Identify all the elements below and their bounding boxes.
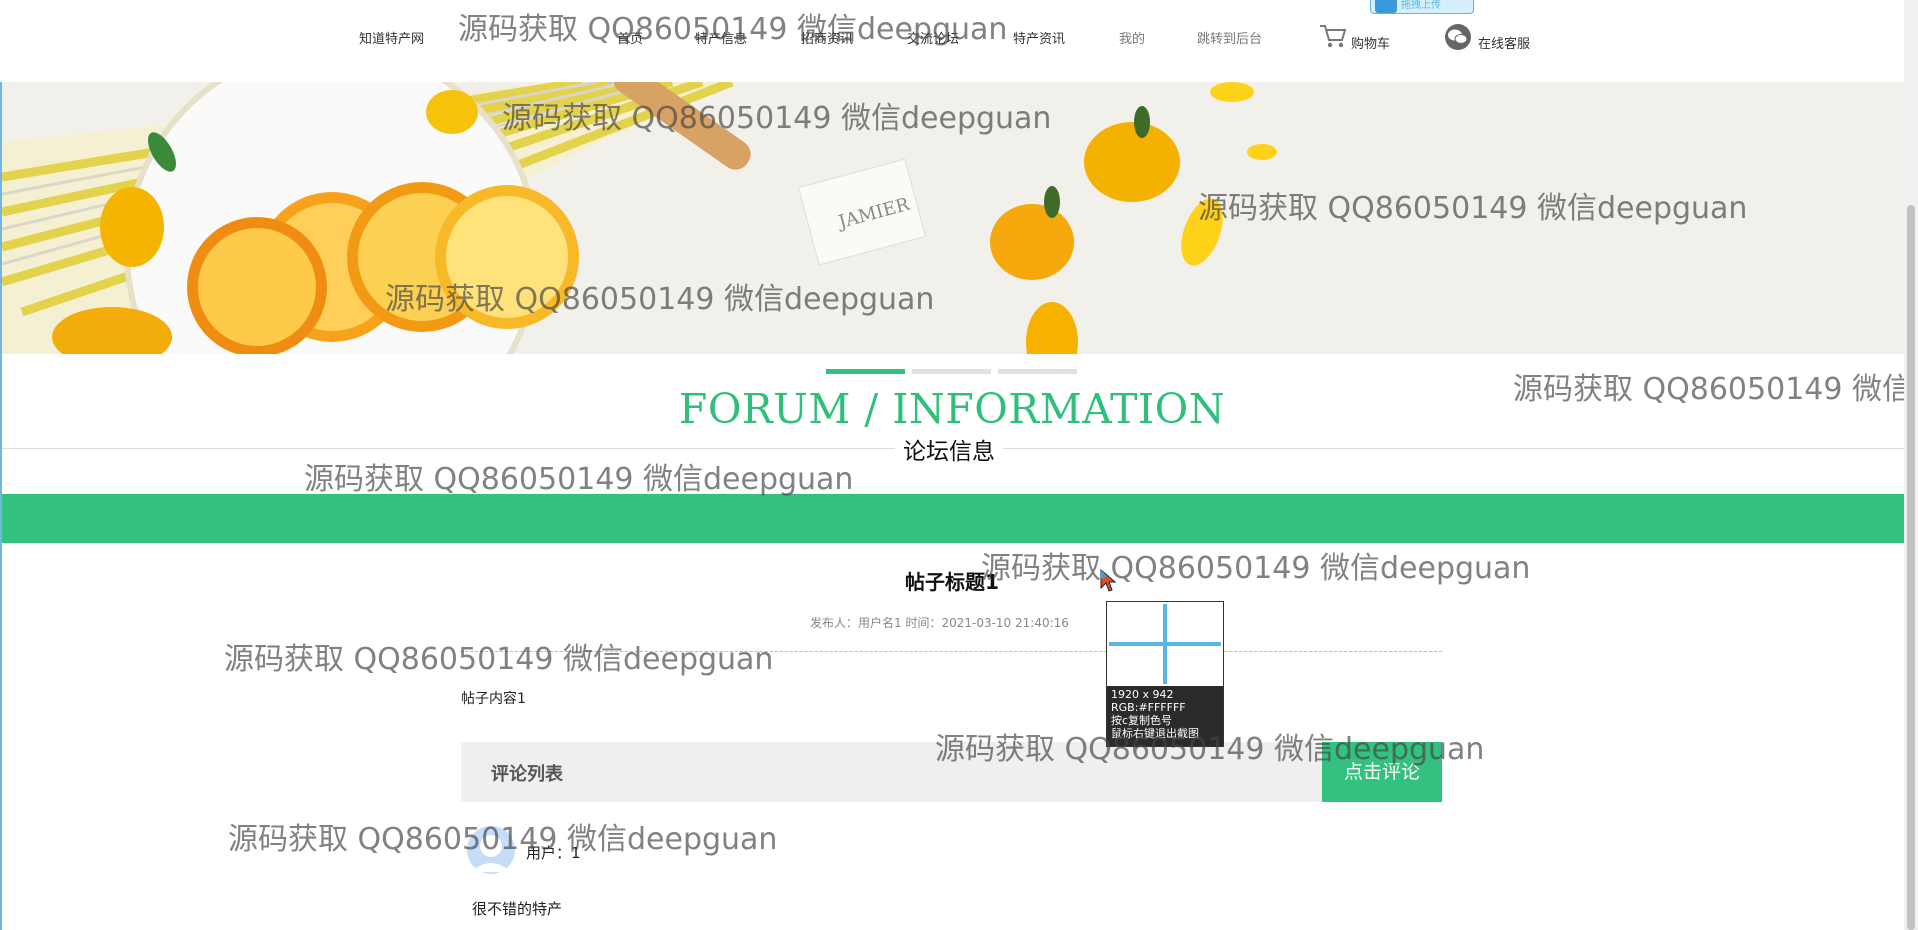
user-avatar-icon — [461, 826, 521, 876]
nav-admin[interactable]: 跳转到后台 — [1197, 28, 1262, 47]
section-title-cn: 论坛信息 — [895, 432, 1003, 466]
watermark: 源码获取 QQ86050149 微信deepguan — [224, 642, 774, 677]
nav-specialty-news[interactable]: 特产资讯 — [1013, 28, 1065, 47]
comment-list-title: 评论列表 — [491, 764, 563, 785]
comment-user: 用户：1 — [526, 844, 581, 862]
picker-size: 1920 x 942 — [1111, 688, 1174, 701]
mouse-cursor-icon — [1099, 568, 1117, 598]
post-content: 帖子内容1 — [461, 691, 526, 707]
scrollbar-thumb[interactable] — [1907, 205, 1915, 930]
picker-info: 1920 x 942 RGB:#FFFFFF 按c复制色号 鼠标右键退出截图 — [1107, 686, 1223, 746]
picker-copy-hint: 按c复制色号 — [1111, 714, 1173, 727]
link-icon — [1375, 0, 1397, 13]
cart-icon[interactable] — [1318, 22, 1348, 54]
nav-mine[interactable]: 我的 — [1119, 28, 1145, 47]
nav-cart[interactable]: 购物车 — [1351, 33, 1390, 52]
section-title-en: FORUM / INFORMATION — [678, 385, 1226, 433]
top-navbar: 知道特产网 首页 特产信息 招商资讯 交流论坛 特产资讯 我的 跳转到后台 购物… — [0, 0, 1904, 82]
nav-investment-news[interactable]: 招商资讯 — [801, 28, 853, 47]
add-comment-button[interactable]: 点击评论 — [1322, 742, 1442, 802]
comment-list-header: 评论列表 — [461, 742, 1323, 802]
carousel-indicator-3[interactable] — [998, 369, 1077, 374]
post-title: 帖子标题1 — [905, 570, 999, 594]
nav-forum[interactable]: 交流论坛 — [907, 28, 959, 47]
nav-service[interactable]: 在线客服 — [1478, 33, 1530, 52]
picker-rgb: RGB:#FFFFFF — [1111, 701, 1186, 714]
green-divider-bar — [2, 494, 1904, 543]
banner-image: JAMIER — [2, 82, 1904, 354]
upload-badge[interactable]: 拖拽上传 — [1370, 0, 1474, 14]
citrus-banner-illustration: JAMIER — [2, 82, 1904, 354]
carousel-indicator-1[interactable] — [826, 369, 905, 374]
crosshair-horizontal — [1109, 642, 1221, 646]
comment-text: 很不错的特产 — [472, 900, 563, 918]
nav-brand[interactable]: 知道特产网 — [359, 28, 424, 47]
picker-exit-hint: 鼠标右键退出截图 — [1111, 727, 1199, 740]
picker-magnifier — [1107, 602, 1223, 686]
carousel-indicator-2[interactable] — [912, 369, 991, 374]
dashed-divider — [460, 651, 1442, 652]
nav-home[interactable]: 首页 — [617, 28, 643, 47]
wechat-icon[interactable] — [1443, 23, 1473, 55]
watermark: 源码获取 QQ86050149 微信deepguan — [304, 462, 854, 497]
color-picker-tooltip: 1920 x 942 RGB:#FFFFFF 按c复制色号 鼠标右键退出截图 — [1106, 601, 1224, 747]
nav-specialty-info[interactable]: 特产信息 — [695, 28, 747, 47]
post-meta: 发布人：用户名1 时间：2021-03-10 21:40:16 — [810, 616, 1069, 630]
